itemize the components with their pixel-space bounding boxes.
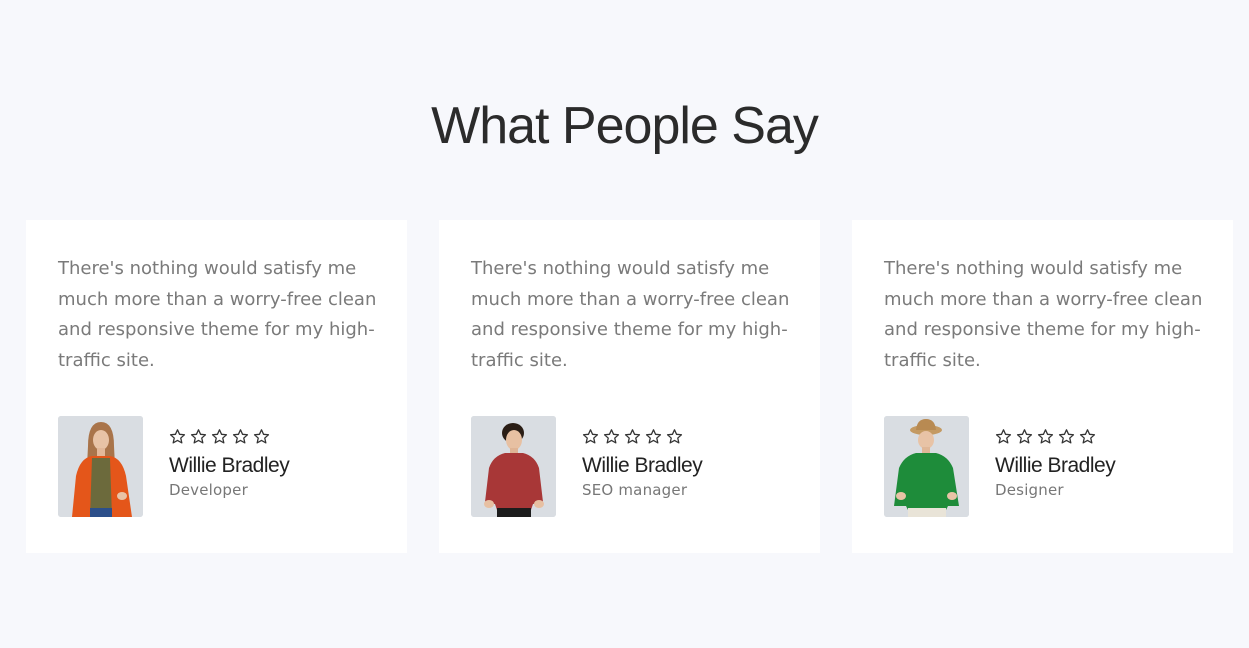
testimonial-card: There's nothing would satisfy me much mo… [439, 220, 820, 553]
star-outline-icon [624, 429, 641, 444]
testimonial-quote: There's nothing would satisfy me much mo… [884, 258, 1203, 371]
testimonial-card: There's nothing would satisfy me much mo… [26, 220, 407, 553]
woman-green-sweater-hat-photo-icon [884, 416, 969, 517]
testimonial-author: Willie Bradley Designer [884, 416, 1116, 517]
star-outline-icon [1016, 429, 1033, 444]
star-outline-icon [232, 429, 249, 444]
rating-stars [995, 428, 1115, 446]
author-name: Willie Bradley [995, 454, 1116, 477]
rating-stars [582, 428, 702, 446]
star-outline-icon [582, 429, 599, 444]
author-meta: Willie Bradley Designer [995, 416, 1116, 500]
avatar [471, 416, 556, 517]
avatar [58, 416, 143, 517]
author-name: Willie Bradley [169, 454, 290, 477]
testimonial-list: There's nothing would satisfy me much mo… [26, 220, 1233, 553]
woman-orange-jacket-photo-icon [58, 416, 143, 517]
author-role: Developer [169, 481, 248, 499]
star-outline-icon [1037, 429, 1054, 444]
star-outline-icon [603, 429, 620, 444]
testimonial-author: Willie Bradley SEO manager [471, 416, 703, 517]
testimonial-quote: There's nothing would satisfy me much mo… [58, 258, 377, 371]
star-outline-icon [190, 429, 207, 444]
author-role: Designer [995, 481, 1064, 499]
author-meta: Willie Bradley SEO manager [582, 416, 703, 500]
star-outline-icon [169, 429, 186, 444]
star-outline-icon [995, 429, 1012, 444]
star-outline-icon [253, 429, 270, 444]
star-outline-icon [1079, 429, 1096, 444]
star-outline-icon [645, 429, 662, 444]
rating-stars [169, 428, 289, 446]
testimonial-card: There's nothing would satisfy me much mo… [852, 220, 1233, 553]
avatar [884, 416, 969, 517]
author-name: Willie Bradley [582, 454, 703, 477]
testimonial-quote: There's nothing would satisfy me much mo… [471, 258, 790, 371]
author-role: SEO manager [582, 481, 688, 499]
star-outline-icon [211, 429, 228, 444]
testimonial-author: Willie Bradley Developer [58, 416, 290, 517]
man-red-sweater-photo-icon [471, 416, 556, 517]
author-meta: Willie Bradley Developer [169, 416, 290, 500]
star-outline-icon [1058, 429, 1075, 444]
section-title: What People Say [431, 97, 819, 155]
star-outline-icon [666, 429, 683, 444]
